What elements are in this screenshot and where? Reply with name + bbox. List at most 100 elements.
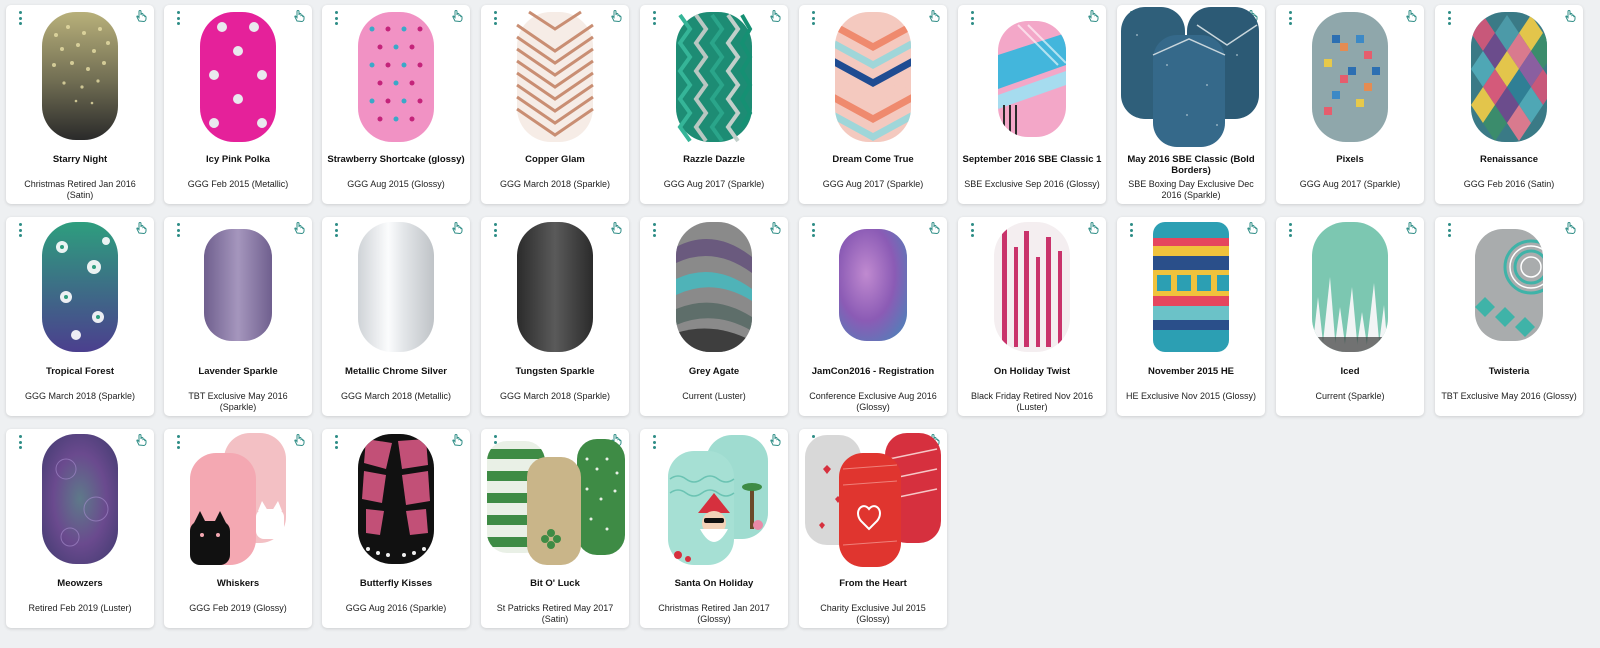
wrap-name: Whiskers — [216, 578, 260, 589]
wrap-card-iced[interactable]: Iced Current (Sparkle) — [1276, 217, 1424, 416]
wrap-subtitle: GGG Feb 2019 (Glossy) — [189, 603, 287, 613]
nail-wrap-image — [1153, 222, 1229, 352]
wrap-subtitle: SBE Exclusive Sep 2016 (Glossy) — [964, 179, 1100, 189]
wrap-card-copper-glam[interactable]: Copper Glam GGG March 2018 (Sparkle) — [481, 5, 629, 204]
nail-wrap-image — [516, 10, 594, 142]
wrap-subtitle: Black Friday Retired Nov 2016 (Luster) — [970, 391, 1094, 412]
wrap-name: Icy Pink Polka — [206, 154, 270, 165]
wrap-name: Tropical Forest — [45, 366, 115, 377]
nail-wrap-image — [994, 222, 1070, 352]
wrap-card-september-2016-sbe[interactable]: September 2016 SBE Classic 1 SBE Exclusi… — [958, 5, 1106, 204]
wrap-card-strawberry-shortcake[interactable]: Strawberry Shortcake (glossy) GGG Aug 20… — [322, 5, 470, 204]
wrap-card-meowzers[interactable]: Meowzers Retired Feb 2019 (Luster) — [6, 429, 154, 628]
wrap-card-whiskers[interactable]: Whiskers GGG Feb 2019 (Glossy) — [164, 429, 312, 628]
wrap-name: JamCon2016 - Registration — [811, 366, 935, 377]
wrap-subtitle: GGG Aug 2017 (Sparkle) — [663, 179, 765, 189]
wrap-name: Renaissance — [1479, 154, 1539, 165]
wrap-card-starry-night[interactable]: Starry Night Christmas Retired Jan 2016 … — [6, 5, 154, 204]
wrap-name: Razzle Dazzle — [683, 154, 745, 165]
wrap-subtitle: Christmas Retired Jan 2016 (Satin) — [24, 179, 136, 200]
nail-wrap-image — [805, 433, 941, 567]
nail-wrap-image — [358, 434, 434, 564]
nail-wrap-image — [676, 12, 753, 143]
wrap-name: May 2016 SBE Classic (Bold Borders) — [1127, 154, 1255, 176]
nail-wrap-image — [358, 222, 434, 352]
wrap-subtitle: St Patricks Retired May 2017 (Satin) — [496, 603, 614, 624]
wrap-card-metallic-chrome-silver[interactable]: Metallic Chrome Silver GGG March 2018 (M… — [322, 217, 470, 416]
wrap-card-pixels[interactable]: Pixels GGG Aug 2017 (Sparkle) — [1276, 5, 1424, 204]
wrap-subtitle: GGG March 2018 (Sparkle) — [499, 179, 611, 189]
wrap-card-icy-pink-polka[interactable]: Icy Pink Polka GGG Feb 2015 (Metallic) — [164, 5, 312, 204]
wrap-name: November 2015 HE — [1147, 366, 1235, 377]
wrap-subtitle: GGG Aug 2016 (Sparkle) — [345, 603, 447, 613]
wrap-name: Iced — [1340, 366, 1360, 377]
wrap-card-butterfly-kisses[interactable]: Butterfly Kisses GGG Aug 2016 (Sparkle) — [322, 429, 470, 628]
wrap-name: September 2016 SBE Classic 1 — [962, 154, 1102, 165]
wrap-card-november-2015-he[interactable]: November 2015 HE HE Exclusive Nov 2015 (… — [1117, 217, 1265, 416]
wrap-name: On Holiday Twist — [993, 366, 1071, 377]
wrap-card-lavender-sparkle[interactable]: Lavender Sparkle TBT Exclusive May 2016 … — [164, 217, 312, 416]
nail-wrap-image — [487, 439, 625, 565]
wrap-name: Pixels — [1336, 154, 1364, 165]
wrap-card-bit-o-luck[interactable]: Bit O' Luck St Patricks Retired May 2017… — [481, 429, 629, 628]
wrap-card-jamcon2016[interactable]: JamCon2016 - Registration Conference Exc… — [799, 217, 947, 416]
wrap-subtitle: GGG Aug 2017 (Sparkle) — [822, 179, 924, 189]
nail-wrap-image — [1312, 222, 1388, 352]
wrap-subtitle: GGG Aug 2015 (Glossy) — [347, 179, 445, 189]
wrap-subtitle: Retired Feb 2019 (Luster) — [28, 603, 132, 613]
wrap-name: Butterfly Kisses — [359, 578, 433, 589]
wrap-subtitle: TBT Exclusive May 2016 (Sparkle) — [188, 391, 288, 412]
wrap-card-grey-agate[interactable]: Grey Agate Current (Luster) — [640, 217, 788, 416]
nail-wrap-image — [190, 433, 286, 565]
nail-wrap-image — [676, 222, 752, 352]
wrap-name: Santa On Holiday — [674, 578, 754, 589]
wrap-card-tungsten-sparkle[interactable]: Tungsten Sparkle GGG March 2018 (Sparkle… — [481, 217, 629, 416]
wrap-card-razzle-dazzle[interactable]: Razzle Dazzle GGG Aug 2017 (Sparkle) — [640, 5, 788, 204]
wrap-subtitle: HE Exclusive Nov 2015 (Glossy) — [1125, 391, 1257, 401]
wrap-name: Metallic Chrome Silver — [345, 366, 447, 377]
wrap-name: From the Heart — [839, 578, 907, 589]
wrap-card-on-holiday-twist[interactable]: On Holiday Twist Black Friday Retired No… — [958, 217, 1106, 416]
nail-wrap-image — [42, 12, 118, 140]
wrap-name: Bit O' Luck — [530, 578, 580, 589]
wrap-card-twisteria[interactable]: Twisteria TBT Exclusive May 2016 (Glossy… — [1435, 217, 1583, 416]
nail-wrap-image — [839, 229, 907, 341]
wrap-name: Twisteria — [1488, 366, 1530, 377]
wrap-card-may-2016-sbe[interactable]: May 2016 SBE Classic (Bold Borders) SBE … — [1117, 5, 1265, 204]
wrap-name: Strawberry Shortcake (glossy) — [327, 154, 465, 165]
wrap-name: Tungsten Sparkle — [515, 366, 595, 377]
wrap-name: Meowzers — [57, 578, 103, 589]
wrap-name: Grey Agate — [688, 366, 740, 377]
wrap-subtitle: GGG March 2018 (Metallic) — [340, 391, 452, 401]
nail-wrap-image — [668, 435, 768, 565]
wrap-subtitle: GGG March 2018 (Sparkle) — [24, 391, 136, 401]
nail-wrap-image — [1121, 7, 1259, 147]
wrap-card-santa-on-holiday[interactable]: Santa On Holiday Christmas Retired Jan 2… — [640, 429, 788, 628]
nail-wrap-image — [1475, 229, 1543, 341]
wrap-name: Dream Come True — [832, 154, 914, 165]
nail-wrap-image — [204, 229, 272, 341]
wrap-gallery: Starry Night Christmas Retired Jan 2016 … — [0, 0, 1600, 648]
nail-wrap-image — [517, 222, 593, 352]
wrap-subtitle: GGG March 2018 (Sparkle) — [499, 391, 611, 401]
wrap-subtitle: GGG Feb 2015 (Metallic) — [187, 179, 289, 189]
nail-wrap-image — [42, 434, 118, 564]
wrap-card-dream-come-true[interactable]: Dream Come True GGG Aug 2017 (Sparkle) — [799, 5, 947, 204]
wrap-subtitle: SBE Boxing Day Exclusive Dec 2016 (Spark… — [1128, 179, 1254, 200]
nail-wrap-image — [358, 12, 434, 142]
wrap-card-renaissance[interactable]: Renaissance GGG Feb 2016 (Satin) — [1435, 5, 1583, 204]
wrap-subtitle: GGG Feb 2016 (Satin) — [1463, 179, 1555, 189]
wrap-card-tropical-forest[interactable]: Tropical Forest GGG March 2018 (Sparkle) — [6, 217, 154, 416]
wrap-name: Copper Glam — [525, 154, 585, 165]
nail-wrap-image — [42, 222, 118, 352]
wrap-subtitle: Current (Sparkle) — [1315, 391, 1385, 401]
wrap-card-from-the-heart[interactable]: From the Heart Charity Exclusive Jul 201… — [799, 429, 947, 628]
wrap-name: Lavender Sparkle — [198, 366, 278, 377]
wrap-subtitle: Current (Luster) — [682, 391, 746, 401]
nail-wrap-image — [835, 12, 911, 142]
wrap-subtitle: Christmas Retired Jan 2017 (Glossy) — [658, 603, 770, 624]
wrap-subtitle: GGG Aug 2017 (Sparkle) — [1299, 179, 1401, 189]
wrap-name: Starry Night — [52, 154, 108, 165]
wrap-subtitle: Conference Exclusive Aug 2016 (Glossy) — [809, 391, 937, 412]
nail-wrap-image — [998, 21, 1066, 137]
